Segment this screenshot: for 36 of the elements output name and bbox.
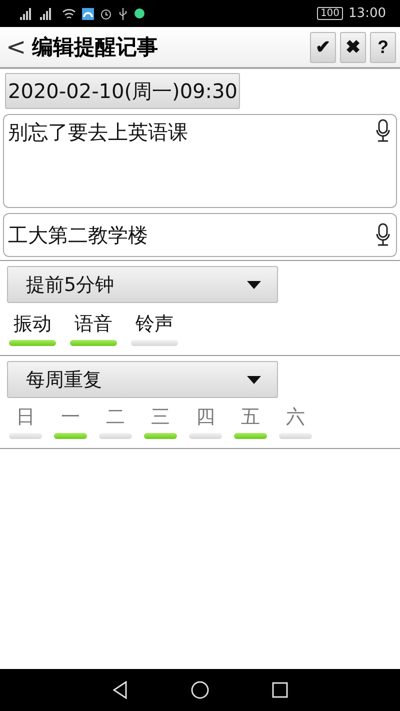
location-field[interactable]: 工大第二教学楼 — [3, 213, 397, 257]
advance-dropdown[interactable]: 提前5分钟 — [7, 266, 278, 303]
back-nav-icon[interactable] — [112, 681, 128, 699]
microphone-icon[interactable] — [376, 223, 390, 247]
location-text: 工大第二教学楼 — [8, 222, 149, 248]
weekday-toggle[interactable]: 二 — [99, 404, 132, 439]
memo-field[interactable]: 别忘了要去上英语课 — [3, 114, 397, 208]
recents-nav-icon[interactable] — [272, 682, 288, 698]
clock-time: 13:00 — [348, 6, 386, 21]
wifi-icon — [62, 8, 76, 20]
status-dot-icon — [134, 8, 145, 19]
home-nav-icon[interactable] — [190, 681, 209, 699]
app-icon — [82, 8, 94, 20]
alarm-icon — [100, 8, 112, 20]
alert-toggle[interactable]: 振动 — [9, 311, 56, 346]
memo-text: 别忘了要去上英语课 — [8, 119, 189, 146]
cancel-button[interactable]: ✖ — [340, 32, 366, 62]
battery-level: 100 — [317, 7, 343, 20]
confirm-button[interactable]: ✔ — [310, 32, 336, 62]
weekday-toggle[interactable]: 一 — [54, 404, 87, 439]
back-button[interactable]: < — [4, 33, 28, 61]
weekday-toggle[interactable]: 三 — [144, 404, 177, 439]
repeat-dropdown[interactable]: 每周重复 — [7, 361, 278, 398]
alert-toggle[interactable]: 语音 — [70, 311, 117, 346]
weekday-toggle[interactable]: 四 — [189, 404, 222, 439]
alert-toggle[interactable]: 铃声 — [131, 311, 178, 346]
usb-icon — [118, 8, 128, 20]
datetime-button[interactable]: 2020-02-10(周一)09:30 — [5, 73, 240, 109]
weekday-toggle[interactable]: 五 — [234, 404, 267, 439]
weekday-toggle[interactable]: 六 — [279, 404, 312, 439]
caret-icon — [247, 376, 261, 384]
help-button[interactable]: ? — [370, 32, 396, 62]
caret-icon — [247, 280, 261, 288]
weekday-toggle[interactable]: 日 — [9, 404, 42, 439]
microphone-icon[interactable] — [376, 119, 390, 143]
page-title: 编辑提醒记事 — [32, 34, 160, 61]
